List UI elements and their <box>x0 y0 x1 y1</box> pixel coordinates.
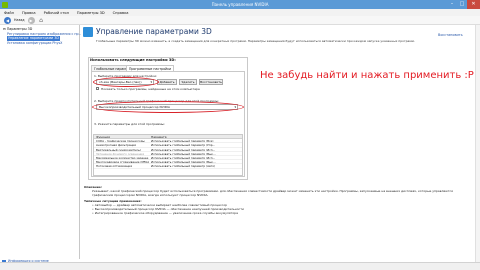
table-row[interactable]: Потоковая оптимизация Использовать глобал… <box>94 164 242 169</box>
show-only-checkbox[interactable] <box>96 87 99 90</box>
remove-program-button[interactable]: Удалить <box>179 79 197 85</box>
description-text: Указывает, какой графический процессор б… <box>92 188 453 197</box>
back-icon[interactable]: ◀ <box>4 16 11 24</box>
settings-group-title: Использовать следующие настройки 3D: <box>90 58 176 62</box>
table-cell-feature: Вертикальный синхроимпульс <box>96 147 142 151</box>
restore-defaults-link[interactable]: Восстановить <box>438 33 463 37</box>
description-section: Описание: Указывает, какой графический п… <box>84 185 474 216</box>
table-cell-value: Использовать глобальный параметр (Вык... <box>151 160 216 164</box>
annotation-circle-program <box>93 77 159 87</box>
restore-program-button[interactable]: Восстановить <box>199 79 223 85</box>
usage-item: • Интегрированное графическое оборудован… <box>92 210 238 215</box>
home-icon[interactable]: ⌂ <box>38 17 45 24</box>
page-description: Глобальные параметры 3D можно изменить, … <box>96 39 415 43</box>
table-cell-value: Использовать глобальный параметр (Исп... <box>151 147 216 151</box>
annotation-text: Не забудь найти и нажать применить :Р <box>260 70 474 81</box>
show-only-label: Показать только программы, найденные на … <box>101 86 200 91</box>
table-cell-feature: Многокадровое сглаживание (MFAA) <box>96 160 149 164</box>
menu-help[interactable]: Справка <box>113 11 129 15</box>
page-title: Управление параметрами 3D <box>96 27 212 36</box>
table-cell-feature: Затенение фонового освещения <box>96 151 145 155</box>
col-value-header: Параметр <box>151 135 167 139</box>
menu-bar: Файл Правка Рабочий стол Параметры 3D Сп… <box>0 9 480 16</box>
table-cell-value: Использовать глобальный параметр (Упр... <box>151 143 216 147</box>
3d-settings-icon <box>83 27 93 37</box>
menu-file[interactable]: Файл <box>4 11 14 15</box>
menu-desktop[interactable]: Рабочий стол <box>44 11 69 15</box>
forward-icon[interactable]: ▶ <box>27 16 35 24</box>
add-program-button[interactable]: Добавить <box>157 79 177 85</box>
task-tree-panel <box>0 25 80 259</box>
menu-edit[interactable]: Правка <box>22 11 36 15</box>
tree-item-label: Регулировка настроек изображения с пр... <box>7 31 82 36</box>
table-cell-feature: Потоковая оптимизация <box>96 164 133 168</box>
table-cell-value: Использовать глобальный параметр (Исп... <box>151 155 216 160</box>
settings-table: Функция Параметр CUDA - графические проц… <box>93 134 243 176</box>
main-scrollbar[interactable] <box>475 25 480 262</box>
close-button[interactable]: ✕ <box>467 0 480 9</box>
back-label[interactable]: Назад <box>14 18 25 22</box>
table-cell-value: Использовать глобальный параметр (Все) <box>151 139 214 143</box>
status-bar <box>0 262 480 270</box>
toolbar: ◀ Назад ▶ ⌂ <box>0 16 480 25</box>
table-cell-value: Использовать глобальный параметр (Авто) <box>151 164 216 168</box>
minimize-button[interactable]: – <box>447 0 457 9</box>
step3-label: 3. Укажите параметры для этой программы: <box>94 122 165 126</box>
annotation-circle-gpu <box>92 101 244 113</box>
table-cell-value: Использовать глобальный параметр (Вык... <box>151 151 216 155</box>
maximize-button[interactable]: □ <box>457 0 467 9</box>
tree-item-physx[interactable]: Установка конфигурации PhysX <box>3 41 82 46</box>
table-cell-feature: Анизотропная фильтрация <box>96 143 136 147</box>
table-cell-feature: CUDA - графические процессоры <box>96 139 145 143</box>
tree-item-label: Установка конфигурации PhysX <box>7 40 63 45</box>
table-cell-feature: Максимальное количество заранее по... <box>96 155 149 160</box>
window-title: Панель управления NVIDIA <box>211 2 269 7</box>
col-feature-header: Функция <box>96 135 110 139</box>
tree-root-label: Параметры 3D <box>6 27 33 31</box>
menu-3d-settings[interactable]: Параметры 3D <box>77 11 105 15</box>
task-tree: ⊟ Параметры 3D Регулировка настроек изоб… <box>3 27 82 45</box>
